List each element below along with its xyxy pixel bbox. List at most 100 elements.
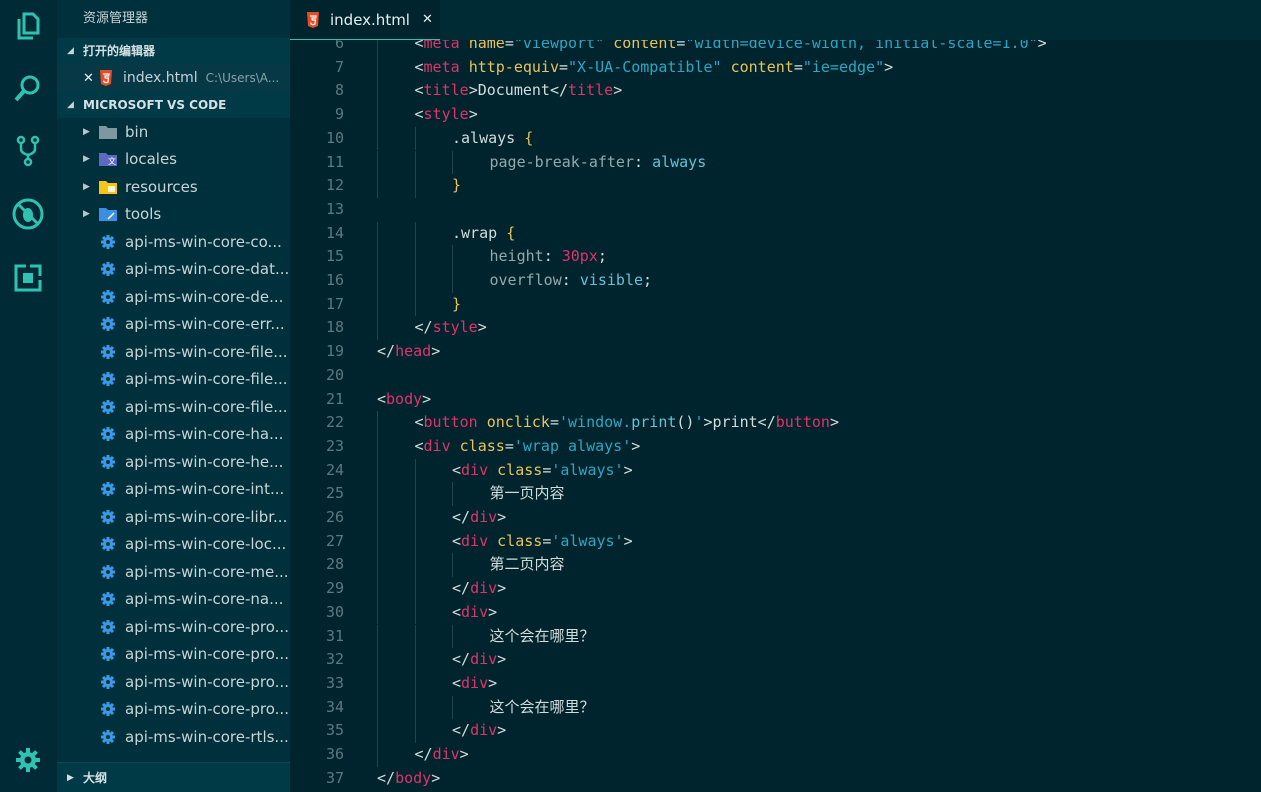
file-row[interactable]: api-ms-win-core-pro...: [57, 641, 290, 669]
code-token: >: [623, 460, 633, 479]
code-token: >: [829, 413, 839, 432]
settings-gear-icon[interactable]: [8, 740, 48, 780]
code-token: =: [504, 436, 514, 455]
settings-file-icon: [99, 454, 117, 469]
file-row[interactable]: api-ms-win-core-libr...: [57, 503, 290, 531]
code-text: <div>: [452, 601, 497, 625]
settings-file-icon: [99, 674, 117, 689]
file-row[interactable]: api-ms-win-core-me...: [57, 558, 290, 586]
code-token: "viewport": [513, 40, 605, 52]
indent-guide: [377, 79, 378, 104]
file-row[interactable]: api-ms-win-core-file...: [57, 338, 290, 366]
code-token: >: [488, 673, 498, 692]
code-token: >: [497, 579, 507, 598]
code-token: onclick: [486, 413, 550, 432]
code-token: <: [414, 413, 424, 432]
indent-guide: [414, 577, 416, 601]
line-number: 15: [325, 247, 344, 266]
file-row[interactable]: api-ms-win-core-co...: [57, 228, 290, 256]
code-token: <: [414, 105, 424, 124]
file-row[interactable]: api-ms-win-core-file...: [57, 366, 290, 394]
close-icon[interactable]: ✕: [422, 12, 433, 27]
indent-guide: [414, 126, 416, 151]
file-row[interactable]: api-ms-win-core-loc...: [57, 531, 290, 559]
indent-guide: [414, 269, 416, 293]
code-token: =: [549, 413, 559, 432]
explorer-icon[interactable]: [8, 6, 48, 46]
svg-text:文: 文: [108, 156, 116, 166]
file-row[interactable]: api-ms-win-core-pro...: [57, 668, 290, 696]
file-row[interactable]: api-ms-win-core-ha...: [57, 421, 290, 449]
indent-guide: [452, 269, 453, 293]
search-icon[interactable]: [8, 68, 48, 108]
code-token: height: [489, 247, 544, 266]
workspace-label: MICROSOFT VS CODE: [83, 98, 227, 112]
file-row[interactable]: api-ms-win-core-int...: [57, 476, 290, 504]
html5-icon: [306, 11, 320, 28]
indent-guide: [377, 126, 378, 151]
code-token: >: [497, 650, 507, 669]
code-token: div: [470, 579, 498, 598]
code-token: {: [506, 223, 516, 242]
indent-guide: [377, 648, 378, 672]
code-token: button: [423, 413, 478, 432]
extensions-icon[interactable]: [8, 258, 48, 298]
open-editors-label: 打开的编辑器: [83, 44, 156, 58]
debug-icon[interactable]: [8, 194, 48, 234]
code-token: =: [504, 40, 514, 52]
open-editor-item[interactable]: ✕ index.html C:\Users\A...: [57, 64, 290, 92]
line-number: 25: [325, 484, 344, 503]
open-editors-header[interactable]: ◢ 打开的编辑器: [57, 38, 290, 64]
code-line: 36 </div>: [290, 743, 1261, 767]
code-text: </div>: [452, 719, 506, 743]
file-label: api-ms-win-core-file...: [125, 370, 288, 389]
code-text: overflow: visible;: [490, 269, 653, 293]
code-token: =: [542, 460, 552, 479]
file-label: api-ms-win-core-na...: [125, 590, 284, 609]
sidebar-title: 资源管理器: [83, 11, 149, 26]
code-line: 32 </div>: [290, 648, 1261, 672]
open-editor-path: C:\Users\A...: [205, 71, 280, 85]
file-row[interactable]: api-ms-win-core-dat...: [57, 256, 290, 284]
code-token: >print</: [703, 413, 776, 432]
editor-tab-bar: index.html ✕: [290, 0, 1261, 40]
line-number: 30: [325, 602, 344, 621]
code-token: ;: [597, 247, 607, 266]
indent-guide: [414, 695, 416, 720]
folder-row-tools[interactable]: ▶ tools: [57, 201, 290, 229]
tab-index-html[interactable]: index.html ✕: [290, 0, 440, 40]
file-row[interactable]: api-ms-win-core-pro...: [57, 613, 290, 641]
file-row[interactable]: api-ms-win-core-file...: [57, 393, 290, 421]
file-row[interactable]: api-ms-win-core-pro...: [57, 696, 290, 724]
code-text: <div class='always'>: [452, 530, 633, 554]
code-text: page-break-after: always: [490, 151, 707, 175]
indent-guide: [377, 269, 378, 293]
settings-file-icon: [99, 344, 117, 359]
folder-row-bin[interactable]: ▶ bin: [57, 118, 290, 146]
code-token: >: [468, 105, 478, 124]
file-row[interactable]: api-ms-win-core-rtls...: [57, 723, 290, 751]
code-line: 11 page-break-after: always: [290, 150, 1261, 175]
workspace-header[interactable]: ◢ MICROSOFT VS CODE: [57, 92, 290, 118]
source-control-icon[interactable]: [8, 131, 48, 171]
code-text: <style>: [415, 103, 478, 127]
file-row[interactable]: api-ms-win-core-err...: [57, 311, 290, 339]
indent-guide: [452, 245, 453, 269]
code-token: visible: [579, 271, 644, 289]
line-number: 18: [325, 318, 344, 337]
file-list: api-ms-win-core-co... api-ms-win-core-dat…: [57, 228, 290, 751]
code-token: >: [431, 768, 441, 787]
indent-guide: [414, 292, 416, 317]
file-label: api-ms-win-core-pro...: [125, 645, 289, 664]
close-icon[interactable]: ✕: [83, 71, 99, 86]
code-editor[interactable]: 6 <meta name="viewport" content="width=de…: [290, 40, 1261, 792]
folder-row-resources[interactable]: ▶ resources: [57, 173, 290, 201]
chevron-right-icon: ▶: [83, 181, 90, 192]
file-row[interactable]: api-ms-win-core-de...: [57, 283, 290, 311]
folder-row-locales[interactable]: ▶ 文 locales: [57, 146, 290, 174]
file-row[interactable]: api-ms-win-core-he...: [57, 448, 290, 476]
file-row[interactable]: api-ms-win-core-na...: [57, 586, 290, 614]
outline-header[interactable]: ▶ 大纲: [57, 762, 290, 792]
